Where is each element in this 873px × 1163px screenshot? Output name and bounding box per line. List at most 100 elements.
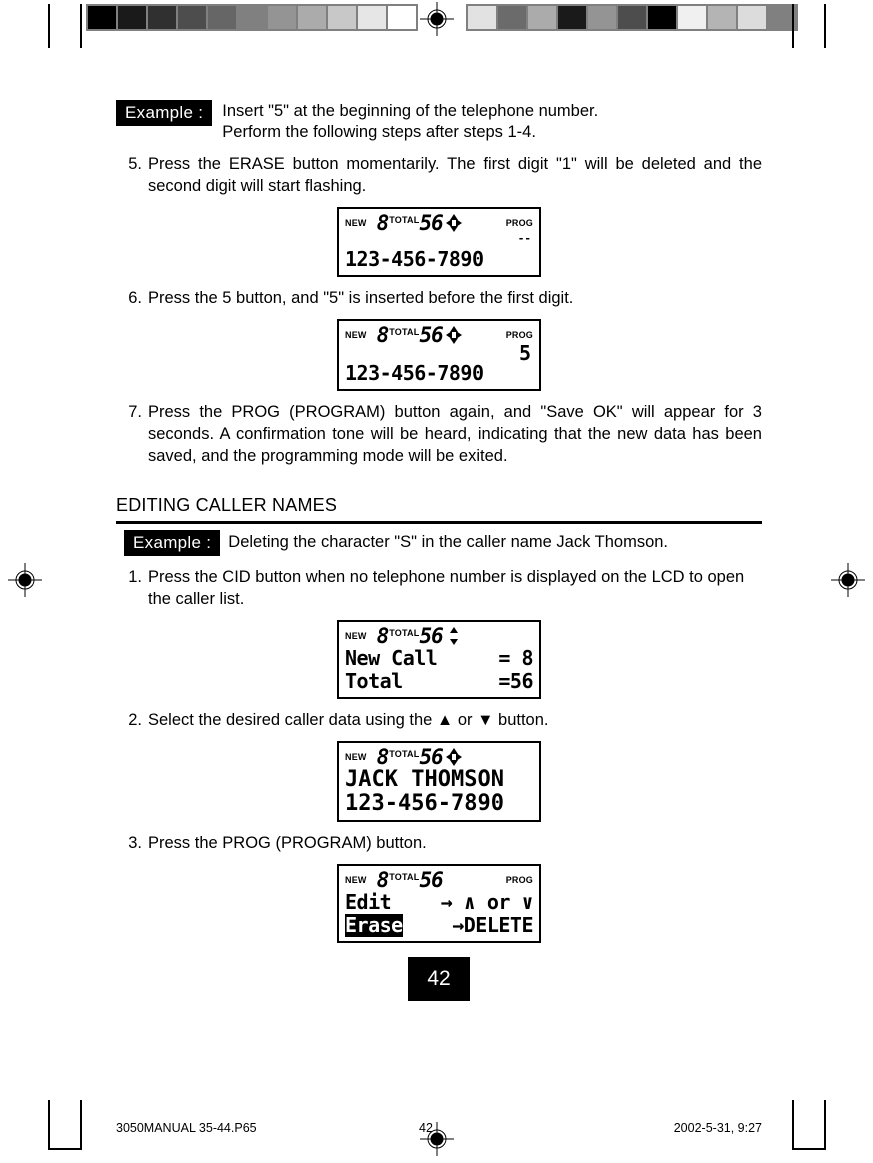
crop-mark <box>792 1148 826 1150</box>
lcd-erase-action: →DELETE <box>452 913 533 937</box>
calibration-patch <box>178 6 206 29</box>
section-divider <box>116 521 762 524</box>
step-1-number: 1. <box>128 568 142 586</box>
example-callout-insert-digit: Example : Insert "5" at the beginning of… <box>116 100 762 143</box>
print-footer: 3050MANUAL 35-44.P65 42 2002-5-31, 9:27 <box>116 1121 762 1135</box>
step-7-number: 7. <box>128 403 142 421</box>
registration-target-icon <box>831 563 865 597</box>
example-tag-label: Example : <box>116 100 213 126</box>
step-2-text: Select the desired caller data using the… <box>148 711 549 729</box>
lcd-total-count: 56 <box>419 323 443 347</box>
lcd-new-call-row: New Call = 8 <box>345 647 533 670</box>
calibration-patch <box>148 6 176 29</box>
lcd-new-label: NEW <box>345 752 367 762</box>
lcd-new-label: NEW <box>345 875 367 885</box>
step-6-number: 6. <box>128 289 142 307</box>
step-6-text: Press the 5 button, and "5" is inserted … <box>148 289 574 307</box>
lcd-new-count: 8 <box>376 211 390 235</box>
lcd-total-label: TOTAL <box>389 327 420 337</box>
calibration-patch <box>468 6 496 29</box>
calibration-patch <box>298 6 326 29</box>
crop-mark <box>792 1100 794 1150</box>
calibration-patch <box>238 6 266 29</box>
lcd-erase-label: Erase <box>345 913 403 937</box>
lcd-figure-3: NEW 8 TOTAL 56 New Call = 8 Total =56 <box>116 620 762 699</box>
example-description: Deleting the character "S" in the caller… <box>228 533 669 552</box>
calibration-patch <box>358 6 386 29</box>
calibration-patch <box>498 6 526 29</box>
crop-mark <box>792 4 794 48</box>
calibration-patch <box>328 6 356 29</box>
up-down-arrow-icon <box>446 627 462 645</box>
step-1: 1. Press the CID button when no telephon… <box>116 566 762 610</box>
step-3-number: 3. <box>128 834 142 852</box>
step-7: 7. Press the PROG (PROGRAM) button again… <box>116 401 762 467</box>
step-7-text: Press the PROG (PROGRAM) button again, a… <box>148 403 762 465</box>
lcd-display: NEW 8 TOTAL 56 PROG Edit → ∧ or ∨ Erase … <box>337 864 541 943</box>
section-heading: EDITING CALLER NAMES <box>116 495 338 515</box>
lcd-figure-4: NEW 8 TOTAL 56 JACK THOMSON 123-456-7890 <box>116 741 762 822</box>
lcd-new-call-value: = 8 <box>498 646 533 670</box>
example-callout-delete-character: Example : Deleting the character "S" in t… <box>116 530 762 556</box>
footer-timestamp: 2002-5-31, 9:27 <box>673 1121 762 1135</box>
lcd-status-row: NEW 8 TOTAL 56 PROG <box>345 324 533 346</box>
lcd-display: NEW 8 TOTAL 56 New Call = 8 Total =56 <box>337 620 541 699</box>
calibration-patch <box>708 6 736 29</box>
lcd-total-row-value: =56 <box>498 669 533 693</box>
lcd-total-count: 56 <box>419 624 443 648</box>
step-5: 5. Press the ERASE button momentarily. T… <box>116 153 762 197</box>
lcd-edit-label: Edit <box>345 890 392 914</box>
lcd-new-label: NEW <box>345 330 367 340</box>
calibration-patch <box>88 6 116 29</box>
lcd-status-row: NEW 8 TOTAL 56 <box>345 625 533 647</box>
lcd-display: NEW 8 TOTAL 56 PROG -- 123-456-7890 <box>337 207 541 277</box>
lcd-total-label: TOTAL <box>389 215 420 225</box>
lcd-display: NEW 8 TOTAL 56 JACK THOMSON 123-456-7890 <box>337 741 541 822</box>
calibration-patch <box>388 6 416 29</box>
crop-mark <box>824 1100 826 1150</box>
lcd-number-line: 123-456-7890 <box>345 361 484 385</box>
calibration-patch <box>208 6 236 29</box>
crop-mark <box>48 4 50 48</box>
lcd-new-count: 8 <box>376 745 390 769</box>
lcd-total-count: 56 <box>419 211 443 235</box>
registration-target-icon <box>8 563 42 597</box>
lcd-cursor-indicator: -- <box>517 232 531 245</box>
lcd-inserted-digit: 5 <box>518 341 531 365</box>
lcd-total-count: 56 <box>419 745 443 769</box>
lcd-total-label: TOTAL <box>389 749 420 759</box>
manual-page-content: Example : Insert "5" at the beginning of… <box>116 100 762 1001</box>
calibration-patch <box>118 6 146 29</box>
crop-mark <box>48 1148 82 1150</box>
step-3: 3. Press the PROG (PROGRAM) button. <box>116 832 762 854</box>
lcd-status-row: NEW 8 TOTAL 56 PROG <box>345 212 533 234</box>
lcd-new-count: 8 <box>376 624 390 648</box>
lcd-number-line: 123-456-7890 <box>345 247 484 271</box>
footer-page-number: 42 <box>419 1121 433 1135</box>
step-3-text: Press the PROG (PROGRAM) button. <box>148 834 427 852</box>
four-way-arrow-icon <box>445 326 462 344</box>
lcd-edit-row: Edit → ∧ or ∨ <box>345 890 534 914</box>
lcd-new-count: 8 <box>376 868 390 892</box>
calibration-patch <box>528 6 556 29</box>
calibration-patch <box>648 6 676 29</box>
example-description: Insert "5" at the beginning of the telep… <box>222 100 598 143</box>
lcd-edit-action: → ∧ or ∨ <box>440 890 534 914</box>
lcd-figure-2: NEW 8 TOTAL 56 PROG 5 123-456-7890 <box>116 319 762 391</box>
lcd-caller-name: JACK THOMSON <box>345 767 504 792</box>
crop-mark <box>80 4 82 48</box>
step-2: 2. Select the desired caller data using … <box>116 709 762 731</box>
step-6: 6. Press the 5 button, and "5" is insert… <box>116 287 762 309</box>
lcd-total-row: Total =56 <box>345 670 533 693</box>
footer-filename: 3050MANUAL 35-44.P65 <box>116 1121 257 1135</box>
lcd-total-row-label: Total <box>345 669 403 693</box>
step-1-text: Press the CID button when no telephone n… <box>148 568 745 608</box>
lcd-new-call-label: New Call <box>345 646 438 670</box>
lcd-display: NEW 8 TOTAL 56 PROG 5 123-456-7890 <box>337 319 541 391</box>
lcd-status-row: NEW 8 TOTAL 56 <box>345 746 533 768</box>
lcd-figure-1: NEW 8 TOTAL 56 PROG -- 123-456-7890 <box>116 207 762 277</box>
four-way-arrow-icon <box>445 214 462 232</box>
calibration-patch <box>678 6 706 29</box>
lcd-new-label: NEW <box>345 218 367 228</box>
calibration-patch <box>588 6 616 29</box>
